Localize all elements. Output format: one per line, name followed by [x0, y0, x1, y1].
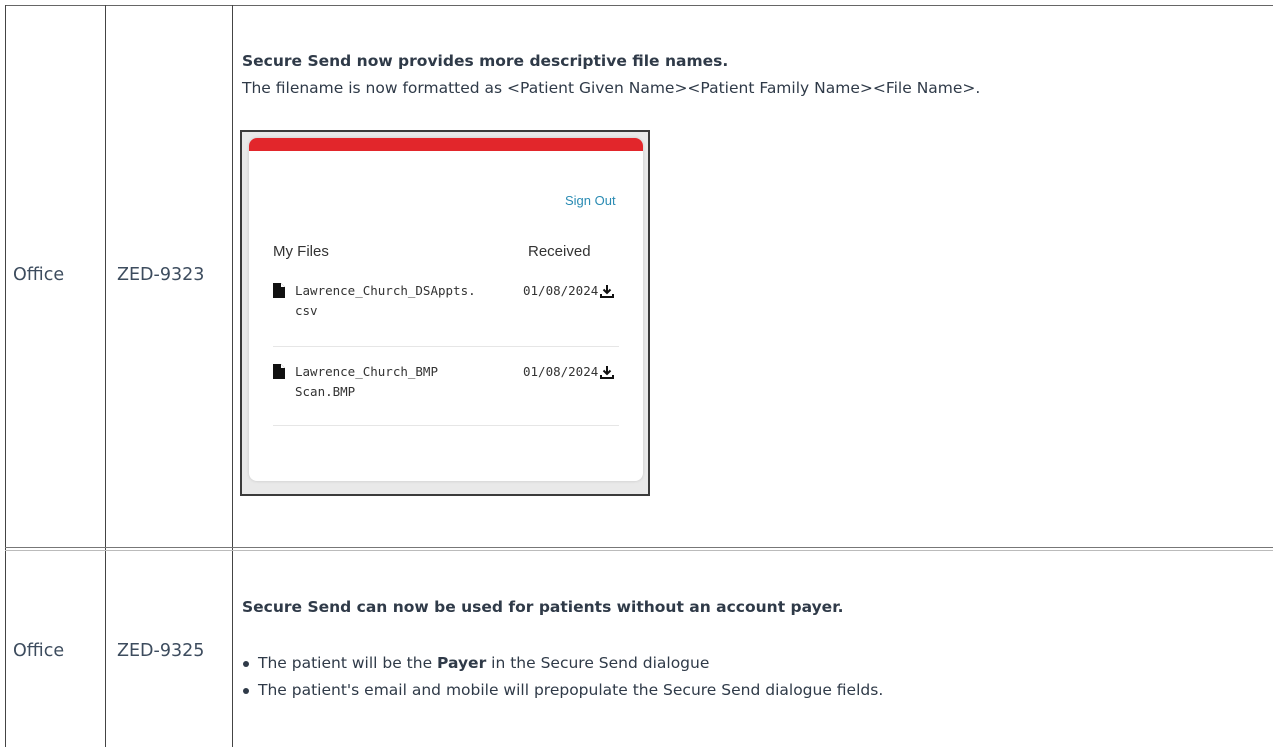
table-left-border	[5, 5, 6, 747]
change-description: The filename is now formatted as <Patien…	[242, 79, 981, 97]
row-separator	[273, 425, 619, 426]
ticket-cell: ZED-9325	[117, 641, 205, 661]
change-bullets: The patient will be the Payer in the Sec…	[242, 653, 883, 707]
product-cell: Office	[13, 265, 65, 285]
files-card: Sign Out My Files Received Lawrence_Chur…	[249, 138, 643, 481]
bullet-item: The patient's email and mobile will prep…	[242, 680, 883, 707]
file-row[interactable]: Lawrence_Church_DSAppts. csv 01/08/2024	[273, 281, 619, 341]
secure-send-screenshot: Sign Out My Files Received Lawrence_Chur…	[240, 130, 650, 496]
column-divider-1	[105, 5, 106, 747]
bullet-item: The patient will be the Payer in the Sec…	[242, 653, 883, 680]
file-name: Lawrence_Church_DSAppts. csv	[295, 283, 476, 318]
row-divider	[5, 550, 1273, 551]
file-icon	[273, 364, 285, 379]
file-row[interactable]: Lawrence_Church_BMP Scan.BMP 01/08/2024	[273, 362, 619, 422]
change-heading: Secure Send now provides more descriptiv…	[242, 52, 729, 70]
file-icon	[273, 283, 285, 298]
column-divider-2	[232, 5, 233, 747]
change-heading: Secure Send can now be used for patients…	[242, 598, 844, 616]
file-name: Lawrence_Church_BMP Scan.BMP	[295, 364, 438, 399]
received-header: Received	[528, 243, 591, 260]
ticket-cell: ZED-9323	[117, 265, 205, 285]
file-date: 01/08/2024	[523, 364, 599, 379]
row-divider	[5, 547, 1273, 548]
my-files-header: My Files	[273, 243, 329, 260]
product-cell: Office	[13, 641, 65, 661]
sign-out-link[interactable]: Sign Out	[565, 193, 616, 208]
file-date: 01/08/2024	[523, 283, 599, 298]
header-bar	[249, 138, 643, 151]
download-icon[interactable]	[600, 365, 614, 379]
row-separator	[273, 346, 619, 347]
table-top-border	[5, 5, 1273, 6]
download-icon[interactable]	[600, 284, 614, 298]
